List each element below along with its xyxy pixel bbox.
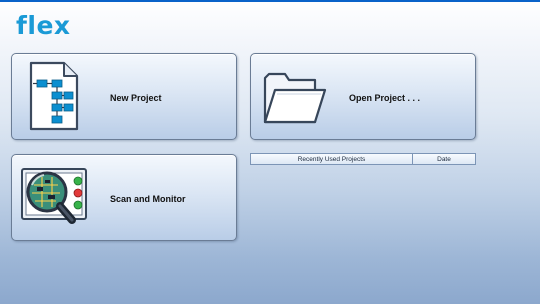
new-project-button[interactable]: New Project xyxy=(11,53,237,140)
scan-and-monitor-button[interactable]: Scan and Monitor xyxy=(11,154,237,241)
open-project-button[interactable]: Open Project . . . xyxy=(250,53,476,140)
window-top-border xyxy=(0,0,540,2)
open-project-label: Open Project . . . xyxy=(349,93,421,103)
flowchart-document-icon xyxy=(29,61,79,131)
date-column-header[interactable]: Date xyxy=(413,154,475,164)
recent-projects-table-header: Recently Used Projects Date xyxy=(250,153,476,165)
new-project-label: New Project xyxy=(110,93,162,103)
folder-icon xyxy=(263,72,327,124)
magnifier-circuit-board-icon xyxy=(21,168,87,224)
scan-and-monitor-label: Scan and Monitor xyxy=(110,194,186,204)
flex-logo: flex xyxy=(16,11,71,40)
recent-projects-column-header[interactable]: Recently Used Projects xyxy=(251,154,413,164)
